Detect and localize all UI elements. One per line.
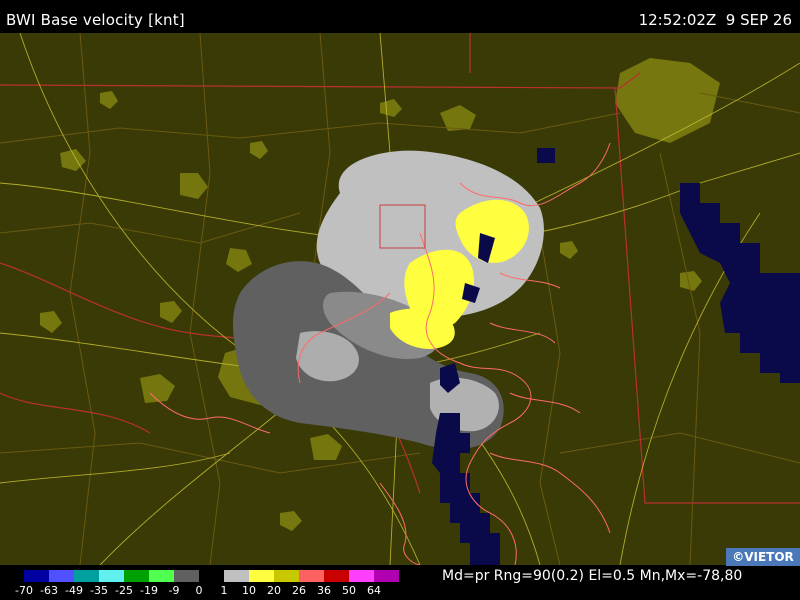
legend-tick-label: 0 — [195, 584, 203, 597]
velocity-colorbar — [24, 570, 399, 582]
legend-swatch — [24, 570, 49, 582]
legend-swatch — [324, 570, 349, 582]
title-bar: BWI Base velocity [knt] 12:52:02Z 9 SEP … — [0, 0, 800, 33]
legend-tick-label: 20 — [267, 584, 281, 597]
legend-tick-label: -19 — [140, 584, 158, 597]
legend-tick-label: 26 — [292, 584, 306, 597]
legend-tick-label: -25 — [115, 584, 133, 597]
legend-tick-label: -9 — [168, 584, 180, 597]
legend-swatch — [349, 570, 374, 582]
radar-map-canvas — [0, 33, 800, 565]
legend-bar: -70 -63 -49 -35 -25 -19 -9 0 1 10 20 26 36 50 64 Md=pr… — [0, 566, 800, 600]
legend-swatch — [374, 570, 399, 582]
product-title: BWI Base velocity [knt] — [6, 11, 185, 29]
legend-swatch — [149, 570, 174, 582]
legend-swatch — [124, 570, 149, 582]
legend-tick-label: 36 — [317, 584, 331, 597]
legend-tick-label: -49 — [65, 584, 83, 597]
velocity-tick-labels: -70 -63 -49 -35 -25 -19 -9 0 1 10 20 26 36 50 64 — [0, 584, 420, 598]
legend-swatch — [249, 570, 274, 582]
legend-swatch — [224, 570, 249, 582]
legend-swatch — [99, 570, 124, 582]
legend-swatch — [274, 570, 299, 582]
legend-tick-label: -70 — [15, 584, 33, 597]
legend-swatch — [49, 570, 74, 582]
legend-swatch — [174, 570, 199, 582]
legend-tick-label: 50 — [342, 584, 356, 597]
radar-echoes — [233, 150, 544, 450]
legend-swatch — [299, 570, 324, 582]
legend-swatch — [74, 570, 99, 582]
vietor-badge: ©VIETOR — [726, 548, 800, 566]
legend-tick-label: 10 — [242, 584, 256, 597]
scan-info: Md=pr Rng=90(0.2) El=0.5 Mn,Mx=-78,80 — [442, 568, 743, 584]
timestamp: 12:52:02Z 9 SEP 26 — [638, 11, 792, 29]
legend-tick-label: 1 — [220, 584, 228, 597]
legend-swatch — [199, 570, 224, 582]
legend-tick-label: -63 — [40, 584, 58, 597]
legend-tick-label: 64 — [367, 584, 381, 597]
radar-map[interactable] — [0, 33, 800, 565]
legend-tick-label: -35 — [90, 584, 108, 597]
